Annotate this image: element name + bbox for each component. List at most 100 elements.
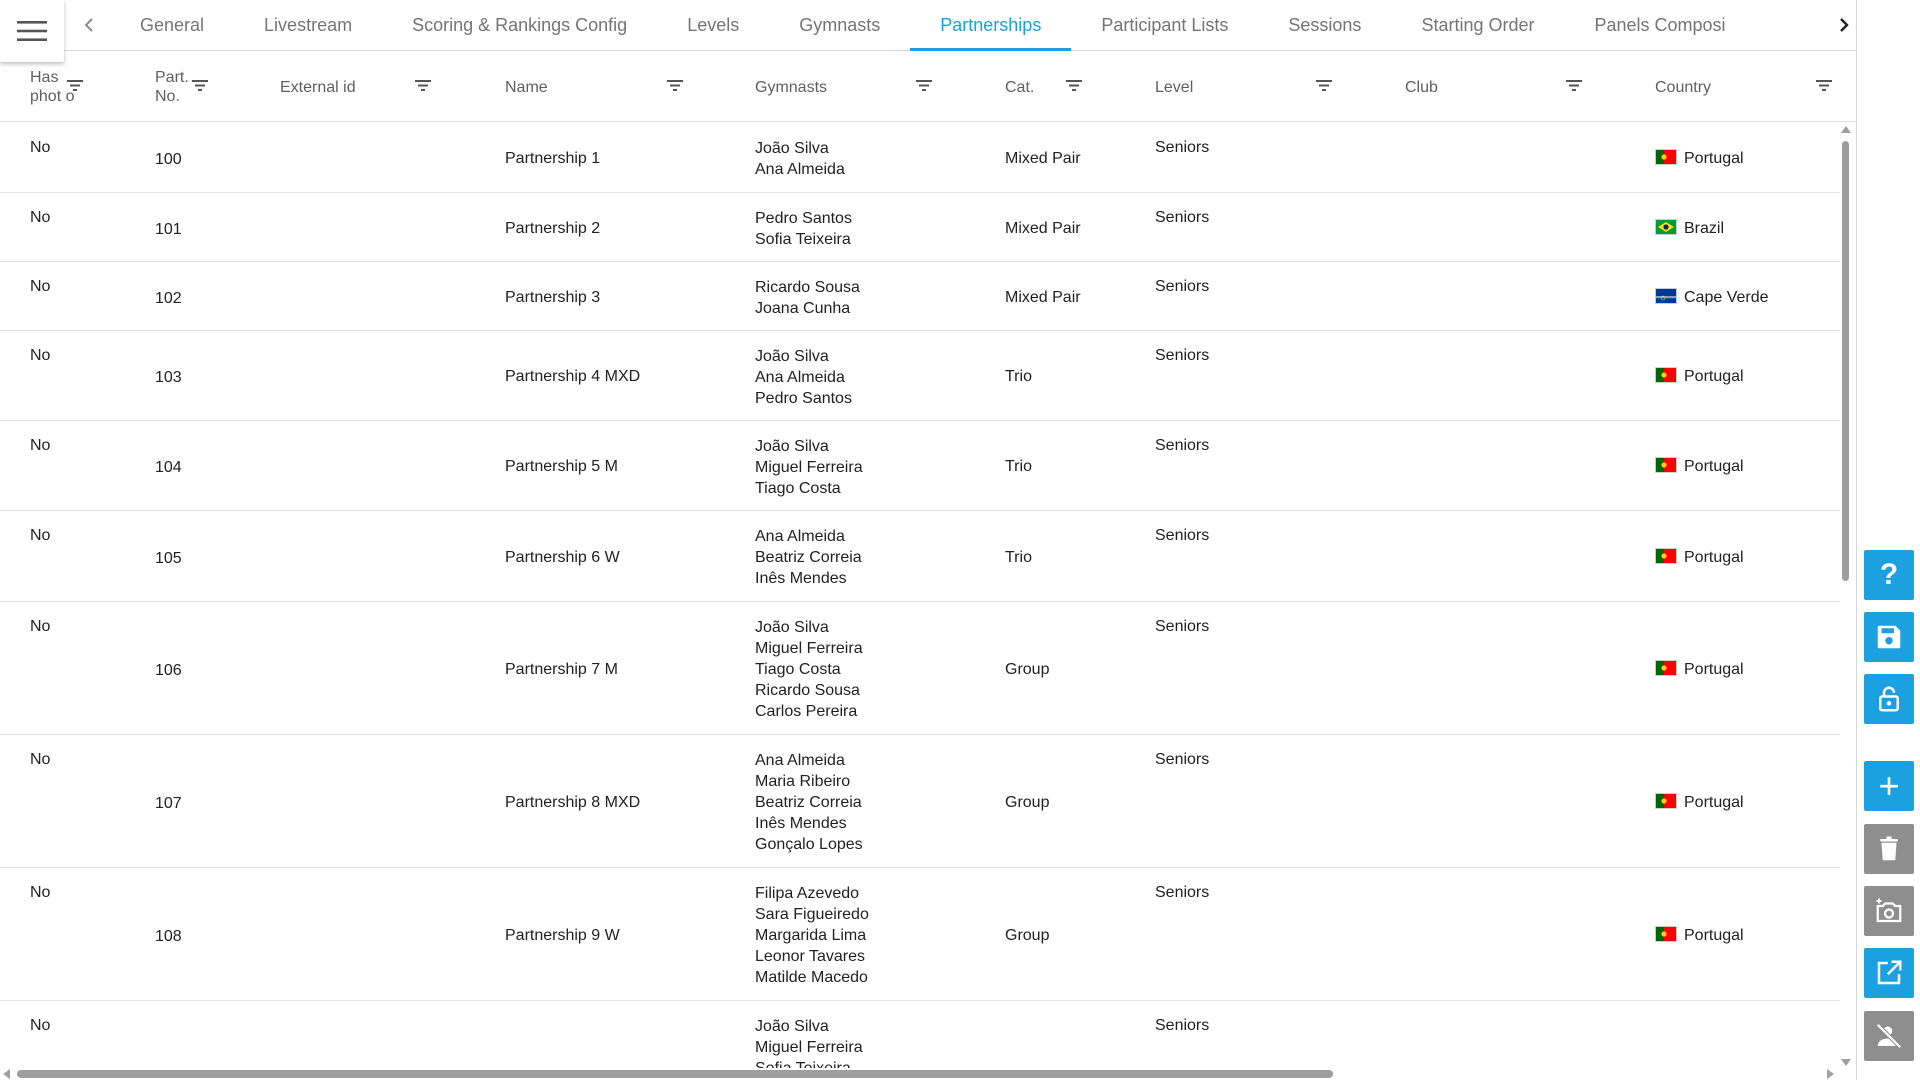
column-filter-gymnasts[interactable] [914,52,934,122]
gymnast-name: Maria Ribeiro [755,773,851,790]
table-row[interactable]: No 106 Partnership 7 M João Silva Miguel Fer… [0,602,1840,735]
tab-panels-composi[interactable]: Panels Composi [1564,0,1755,51]
tab-levels[interactable]: Levels [657,0,769,51]
column-header-label: Club [1405,78,1438,96]
menu-button[interactable] [0,0,64,62]
gymnast-name: Ana Almeida [755,161,845,178]
table-row[interactable]: No 102 Partnership 3 Ricardo Sousa Joana Cun… [0,262,1840,331]
tab-participant-lists[interactable]: Participant Lists [1071,0,1258,51]
filter-icon[interactable] [1064,75,1084,95]
tab-livestream[interactable]: Livestream [234,0,382,51]
scroll-down-arrow[interactable] [1841,1059,1851,1066]
gymnast-name: Matilde Macedo [755,969,868,986]
cell-country: Portugal [1655,547,1744,568]
cell-name: Partnership 9 W [505,927,620,944]
column-filter-country[interactable] [1814,52,1834,122]
scroll-left-arrow[interactable] [3,1069,10,1079]
open-external-button[interactable] [1864,948,1914,998]
hide-person-button[interactable] [1864,1011,1914,1061]
country-name: Portugal [1684,368,1744,385]
vertical-scrollbar[interactable] [1838,123,1852,1068]
cell-level: Seniors [1155,437,1210,454]
scroll-right-arrow[interactable] [1827,1069,1834,1079]
country-name: Portugal [1684,150,1744,167]
gymnast-name: Tiago Costa [755,661,841,678]
column-header-country[interactable]: Country [1655,52,1711,122]
save-icon [1877,625,1901,649]
vertical-scroll-thumb[interactable] [1842,141,1849,581]
portugal-flag-icon [1655,548,1677,564]
tab-starting-order[interactable]: Starting Order [1391,0,1564,51]
column-filter-part-no[interactable] [190,52,210,122]
unlock-button[interactable] [1864,674,1914,724]
country-name: Portugal [1684,458,1744,475]
filter-icon[interactable] [190,75,210,95]
table-row[interactable]: No 104 Partnership 5 M João Silva Miguel Fer… [0,421,1840,511]
cell-gymnasts: João Silva Miguel Ferreira Tiago Costa [755,436,863,499]
column-header-label: Level [1155,78,1194,96]
filter-icon[interactable] [914,75,934,95]
filter-icon[interactable] [65,75,85,95]
column-header-name[interactable]: Name [505,52,548,122]
cell-gymnasts: João Silva Ana Almeida [755,138,845,180]
column-filter-external-id[interactable] [413,52,433,122]
tab-general[interactable]: General [110,0,234,51]
add-photo-icon [1876,898,1902,923]
column-filter-level[interactable] [1314,52,1334,122]
filter-icon[interactable] [1564,75,1584,95]
gymnast-name: Gonçalo Lopes [755,836,863,853]
cell-gymnasts: Ana Almeida Maria Ribeiro Beatriz Correia I… [755,750,863,855]
column-filter-has-photo[interactable] [65,52,85,122]
tab-scoring-and-rankings-config[interactable]: Scoring & Rankings Config [382,0,657,51]
column-filter-name[interactable] [665,52,685,122]
gymnast-name: Margarida Lima [755,927,867,944]
cell-cat: Mixed Pair [1005,150,1081,167]
column-header-label: Cat. [1005,78,1035,96]
column-header-external-id[interactable]: External id [280,52,356,122]
table-row[interactable]: No 105 Partnership 6 W Ana Almeida Beatriz C… [0,511,1840,602]
cell-has-photo: No [30,437,51,454]
cell-has-photo: No [30,209,51,226]
cell-gymnasts: Filipa Azevedo Sara Figueiredo Margarida L… [755,883,869,988]
table-row[interactable]: No 100 Partnership 1 João Silva Ana Almeida M… [0,123,1840,193]
table-row[interactable]: NoJoão SilvaMiguel FerreiraSofia Teixeir… [0,1001,1840,1068]
scroll-up-arrow[interactable] [1841,126,1851,133]
delete-button[interactable] [1864,824,1914,874]
gymnast-name: Inês Mendes [755,815,847,832]
tabs-scroll-left-button[interactable] [69,0,109,50]
portugal-flag-icon [1655,367,1677,383]
gymnast-name: Ricardo Sousa [755,682,860,699]
cell-name: Partnership 1 [505,150,601,167]
filter-icon[interactable] [1814,75,1834,95]
column-header-cat[interactable]: Cat. [1005,52,1034,122]
cell-name: Partnership 7 M [505,661,618,678]
horizontal-scrollbar[interactable] [0,1066,1840,1080]
column-filter-cat[interactable] [1064,52,1084,122]
cell-cat: Mixed Pair [1005,220,1081,237]
column-filter-club[interactable] [1564,52,1584,122]
help-icon: ? [1879,558,1899,591]
cell-cat: Group [1005,661,1050,678]
tab-sessions[interactable]: Sessions [1258,0,1391,51]
save-button[interactable] [1864,612,1914,662]
column-header-gymnasts[interactable]: Gymnasts [755,52,827,122]
column-header-club[interactable]: Club [1405,52,1438,122]
table-row[interactable]: No 101 Partnership 2 Pedro Santos Sofia Teix… [0,193,1840,262]
gymnast-name: Beatriz Correia [755,549,862,566]
filter-icon[interactable] [413,75,433,95]
help-button[interactable]: ? [1864,550,1914,600]
table-row[interactable]: No 103 Partnership 4 MXD João Silva Ana Alme… [0,331,1840,421]
add-photo-button[interactable] [1864,886,1914,936]
filter-icon[interactable] [665,75,685,95]
filter-icon[interactable] [1314,75,1334,95]
cell-country: Portugal [1655,659,1744,680]
column-header-level[interactable]: Level [1155,52,1193,122]
tab-partnerships[interactable]: Partnerships [910,0,1072,51]
horizontal-scroll-thumb[interactable] [17,1070,1333,1078]
table-row[interactable]: No 107 Partnership 8 MXD Ana Almeida Maria R… [0,735,1840,868]
table-row[interactable]: No 108 Partnership 9 W Filipa Azevedo Sara F… [0,868,1840,1001]
tab-gymnasts[interactable]: Gymnasts [769,0,910,51]
cell-name: Partnership 3 [505,289,601,306]
gymnast-name: João Silva [755,348,829,365]
add-button[interactable]: + [1864,761,1914,811]
